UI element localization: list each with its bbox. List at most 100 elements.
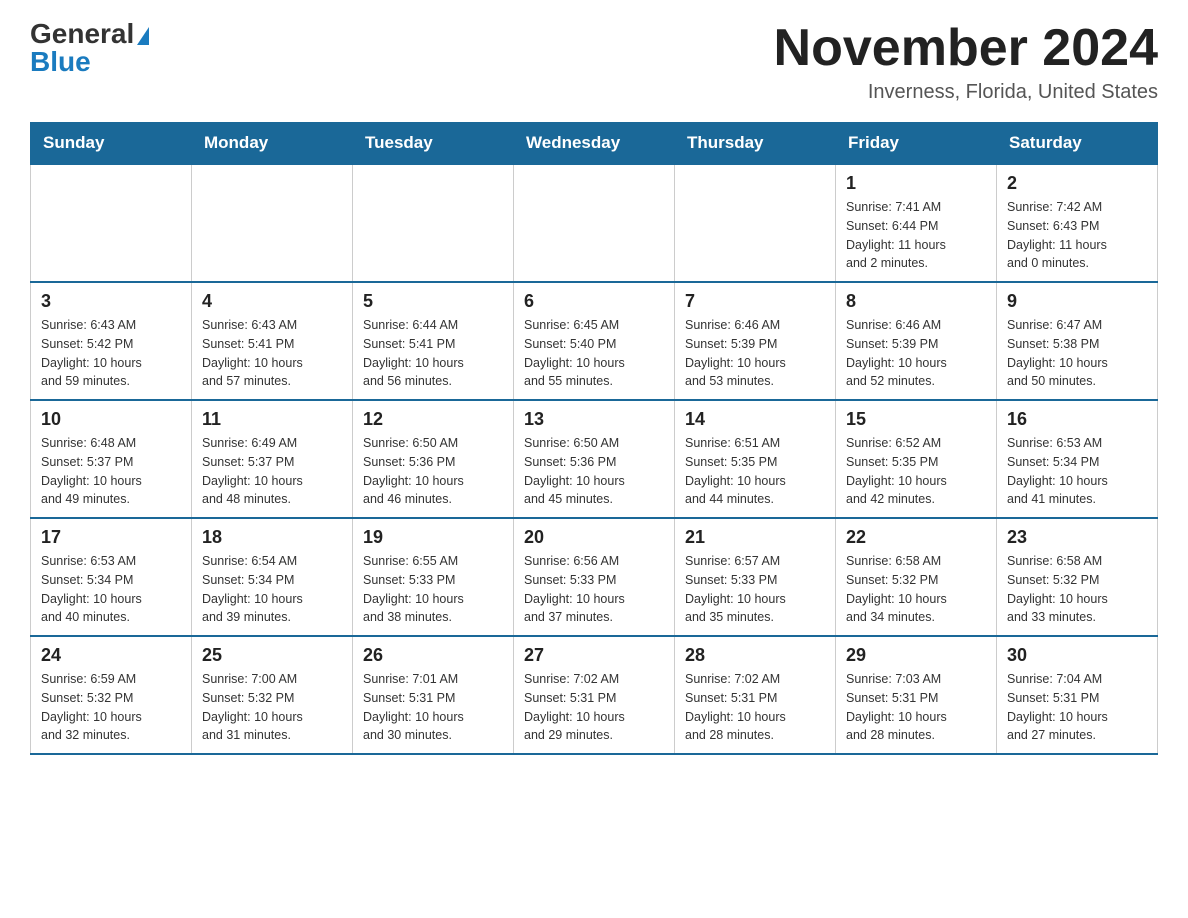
calendar-cell: 11Sunrise: 6:49 AM Sunset: 5:37 PM Dayli… — [192, 400, 353, 518]
logo-triangle-icon — [137, 27, 149, 45]
calendar-cell: 1 Sunrise: 7:41 AM Sunset: 6:44 PM Daylig… — [836, 164, 997, 282]
day-number: 27 — [524, 645, 664, 666]
day-number: 4 — [202, 291, 342, 312]
day-number: 11 — [202, 409, 342, 430]
day-number: 30 — [1007, 645, 1147, 666]
day-number: 28 — [685, 645, 825, 666]
calendar-cell — [514, 164, 675, 282]
day-info: Sunrise: 6:50 AM Sunset: 5:36 PM Dayligh… — [524, 434, 664, 509]
calendar-cell: 10Sunrise: 6:48 AM Sunset: 5:37 PM Dayli… — [31, 400, 192, 518]
calendar-cell: 22 Sunrise: 6:58 AM Sunset: 5:32 PM Dayli… — [836, 518, 997, 636]
day-info: Sunrise: 6:45 AM Sunset: 5:40 PM Dayligh… — [524, 316, 664, 391]
day-info: Sunrise: 6:55 AM Sunset: 5:33 PM Dayligh… — [363, 552, 503, 627]
calendar-cell: 28 Sunrise: 7:02 AM Sunset: 5:31 PM Dayli… — [675, 636, 836, 754]
day-number: 15 — [846, 409, 986, 430]
day-number: 25 — [202, 645, 342, 666]
day-number: 2 — [1007, 173, 1147, 194]
weekday-header-wednesday: Wednesday — [514, 123, 675, 165]
weekday-header-monday: Monday — [192, 123, 353, 165]
day-number: 17 — [41, 527, 181, 548]
calendar-cell: 18 Sunrise: 6:54 AM Sunset: 5:34 PM Dayli… — [192, 518, 353, 636]
logo-general-text: General — [30, 20, 134, 48]
day-number: 13 — [524, 409, 664, 430]
weekday-header-sunday: Sunday — [31, 123, 192, 165]
calendar-week-row: 3Sunrise: 6:43 AM Sunset: 5:42 PM Daylig… — [31, 282, 1158, 400]
day-info: Sunrise: 7:42 AM Sunset: 6:43 PM Dayligh… — [1007, 198, 1147, 273]
calendar-cell: 20 Sunrise: 6:56 AM Sunset: 5:33 PM Dayli… — [514, 518, 675, 636]
day-info: Sunrise: 7:03 AM Sunset: 5:31 PM Dayligh… — [846, 670, 986, 745]
weekday-header-friday: Friday — [836, 123, 997, 165]
day-info: Sunrise: 6:57 AM Sunset: 5:33 PM Dayligh… — [685, 552, 825, 627]
calendar-cell: 21Sunrise: 6:57 AM Sunset: 5:33 PM Dayli… — [675, 518, 836, 636]
day-info: Sunrise: 6:53 AM Sunset: 5:34 PM Dayligh… — [41, 552, 181, 627]
day-info: Sunrise: 6:44 AM Sunset: 5:41 PM Dayligh… — [363, 316, 503, 391]
day-number: 22 — [846, 527, 986, 548]
calendar-cell: 13 Sunrise: 6:50 AM Sunset: 5:36 PM Dayli… — [514, 400, 675, 518]
calendar-table: SundayMondayTuesdayWednesdayThursdayFrid… — [30, 122, 1158, 755]
day-number: 26 — [363, 645, 503, 666]
day-info: Sunrise: 7:00 AM Sunset: 5:32 PM Dayligh… — [202, 670, 342, 745]
calendar-cell: 7 Sunrise: 6:46 AM Sunset: 5:39 PM Daylig… — [675, 282, 836, 400]
day-number: 18 — [202, 527, 342, 548]
day-info: Sunrise: 6:58 AM Sunset: 5:32 PM Dayligh… — [846, 552, 986, 627]
calendar-cell — [192, 164, 353, 282]
calendar-cell: 17 Sunrise: 6:53 AM Sunset: 5:34 PM Dayli… — [31, 518, 192, 636]
calendar-week-row: 10Sunrise: 6:48 AM Sunset: 5:37 PM Dayli… — [31, 400, 1158, 518]
calendar-cell: 29Sunrise: 7:03 AM Sunset: 5:31 PM Dayli… — [836, 636, 997, 754]
calendar-cell: 19 Sunrise: 6:55 AM Sunset: 5:33 PM Dayli… — [353, 518, 514, 636]
day-info: Sunrise: 6:50 AM Sunset: 5:36 PM Dayligh… — [363, 434, 503, 509]
day-info: Sunrise: 6:43 AM Sunset: 5:41 PM Dayligh… — [202, 316, 342, 391]
day-number: 23 — [1007, 527, 1147, 548]
calendar-cell: 23 Sunrise: 6:58 AM Sunset: 5:32 PM Dayli… — [997, 518, 1158, 636]
day-number: 19 — [363, 527, 503, 548]
calendar-cell: 6Sunrise: 6:45 AM Sunset: 5:40 PM Daylig… — [514, 282, 675, 400]
calendar-week-row: 17 Sunrise: 6:53 AM Sunset: 5:34 PM Dayli… — [31, 518, 1158, 636]
day-info: Sunrise: 6:54 AM Sunset: 5:34 PM Dayligh… — [202, 552, 342, 627]
logo: General Blue — [30, 20, 149, 76]
logo-blue-text: Blue — [30, 48, 149, 76]
calendar-cell — [675, 164, 836, 282]
day-number: 16 — [1007, 409, 1147, 430]
day-number: 7 — [685, 291, 825, 312]
day-info: Sunrise: 6:56 AM Sunset: 5:33 PM Dayligh… — [524, 552, 664, 627]
calendar-cell: 25 Sunrise: 7:00 AM Sunset: 5:32 PM Dayli… — [192, 636, 353, 754]
calendar-week-row: 24Sunrise: 6:59 AM Sunset: 5:32 PM Dayli… — [31, 636, 1158, 754]
calendar-cell — [31, 164, 192, 282]
page-header: General Blue November 2024 Inverness, Fl… — [30, 20, 1158, 104]
day-info: Sunrise: 6:52 AM Sunset: 5:35 PM Dayligh… — [846, 434, 986, 509]
day-number: 10 — [41, 409, 181, 430]
day-info: Sunrise: 6:46 AM Sunset: 5:39 PM Dayligh… — [846, 316, 986, 391]
calendar-cell: 27 Sunrise: 7:02 AM Sunset: 5:31 PM Dayli… — [514, 636, 675, 754]
calendar-cell: 12 Sunrise: 6:50 AM Sunset: 5:36 PM Dayli… — [353, 400, 514, 518]
calendar-cell: 24Sunrise: 6:59 AM Sunset: 5:32 PM Dayli… — [31, 636, 192, 754]
day-info: Sunrise: 7:01 AM Sunset: 5:31 PM Dayligh… — [363, 670, 503, 745]
day-info: Sunrise: 6:43 AM Sunset: 5:42 PM Dayligh… — [41, 316, 181, 391]
day-info: Sunrise: 6:47 AM Sunset: 5:38 PM Dayligh… — [1007, 316, 1147, 391]
title-block: November 2024 Inverness, Florida, United… — [774, 20, 1158, 104]
weekday-header-tuesday: Tuesday — [353, 123, 514, 165]
calendar-title: November 2024 — [774, 20, 1158, 77]
day-number: 12 — [363, 409, 503, 430]
day-info: Sunrise: 7:04 AM Sunset: 5:31 PM Dayligh… — [1007, 670, 1147, 745]
calendar-cell — [353, 164, 514, 282]
day-info: Sunrise: 6:58 AM Sunset: 5:32 PM Dayligh… — [1007, 552, 1147, 627]
day-number: 8 — [846, 291, 986, 312]
calendar-cell: 2 Sunrise: 7:42 AM Sunset: 6:43 PM Daylig… — [997, 164, 1158, 282]
calendar-cell: 14Sunrise: 6:51 AM Sunset: 5:35 PM Dayli… — [675, 400, 836, 518]
day-number: 1 — [846, 173, 986, 194]
calendar-week-row: 1 Sunrise: 7:41 AM Sunset: 6:44 PM Daylig… — [31, 164, 1158, 282]
weekday-header-saturday: Saturday — [997, 123, 1158, 165]
day-info: Sunrise: 7:02 AM Sunset: 5:31 PM Dayligh… — [524, 670, 664, 745]
day-number: 24 — [41, 645, 181, 666]
calendar-cell: 8 Sunrise: 6:46 AM Sunset: 5:39 PM Daylig… — [836, 282, 997, 400]
calendar-cell: 4 Sunrise: 6:43 AM Sunset: 5:41 PM Daylig… — [192, 282, 353, 400]
day-info: Sunrise: 6:46 AM Sunset: 5:39 PM Dayligh… — [685, 316, 825, 391]
day-number: 20 — [524, 527, 664, 548]
calendar-cell: 9 Sunrise: 6:47 AM Sunset: 5:38 PM Daylig… — [997, 282, 1158, 400]
day-info: Sunrise: 7:02 AM Sunset: 5:31 PM Dayligh… — [685, 670, 825, 745]
day-number: 9 — [1007, 291, 1147, 312]
day-info: Sunrise: 7:41 AM Sunset: 6:44 PM Dayligh… — [846, 198, 986, 273]
calendar-header-row: SundayMondayTuesdayWednesdayThursdayFrid… — [31, 123, 1158, 165]
day-info: Sunrise: 6:51 AM Sunset: 5:35 PM Dayligh… — [685, 434, 825, 509]
day-number: 5 — [363, 291, 503, 312]
